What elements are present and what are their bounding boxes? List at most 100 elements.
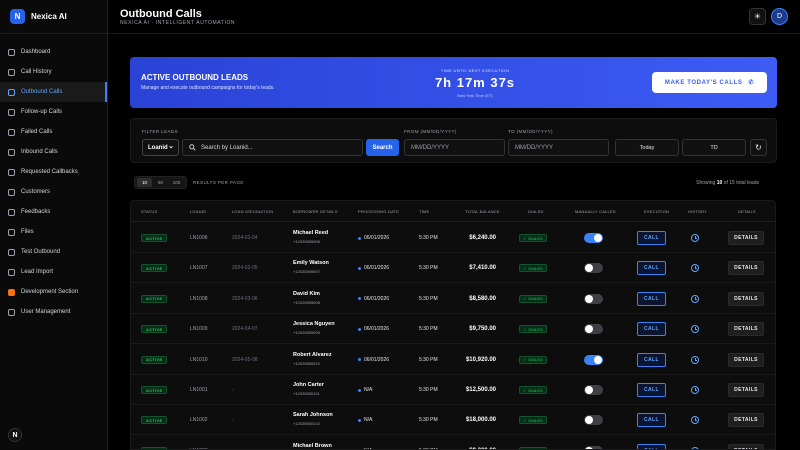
- column-header: STATUS: [141, 209, 158, 214]
- bottom-logo[interactable]: N: [8, 428, 22, 442]
- details-button[interactable]: DETAILS: [728, 291, 764, 306]
- borrower-phone: +12025559008: [293, 299, 320, 305]
- loan-id: LN1008: [190, 295, 208, 302]
- to-date-input[interactable]: MM/DD/YYYY: [508, 139, 609, 156]
- manually-called-toggle[interactable]: [584, 263, 603, 274]
- sidebar-item-label: Outbound Calls: [21, 89, 63, 95]
- details-button[interactable]: DETAILS: [728, 352, 764, 367]
- history-clock-icon[interactable]: [691, 294, 699, 303]
- make-todays-calls-button[interactable]: MAKE TODAY'S CALLS ✆: [652, 72, 767, 93]
- check-icon: ✓: [523, 265, 527, 271]
- status-badge: ACTIVE: [141, 234, 168, 242]
- history-clock-icon[interactable]: [691, 416, 699, 425]
- sidebar-item-call-history[interactable]: Call History: [0, 62, 107, 82]
- sidebar-item-lead-import[interactable]: Lead Import: [0, 262, 107, 282]
- showing-suffix: of 15 total leads: [723, 180, 759, 186]
- page-title: Outbound Calls: [120, 8, 202, 20]
- call-button[interactable]: CALL: [637, 261, 666, 276]
- filter-field-select[interactable]: Loanid: [142, 139, 179, 156]
- borrower-phone: +12025559010: [293, 360, 320, 366]
- borrower-name: Robert Alvarez: [293, 351, 332, 358]
- search-input[interactable]: Search by Loanid...: [182, 139, 363, 156]
- brand[interactable]: N Nexica AI: [0, 0, 107, 34]
- sidebar-item-label: Feedbacks: [21, 209, 51, 215]
- details-button[interactable]: DETAILS: [728, 231, 764, 245]
- call-button[interactable]: CALL: [637, 291, 666, 306]
- phone-test-icon: [8, 248, 15, 256]
- check-icon: ✓: [523, 296, 527, 302]
- dialed-label: DIALED: [528, 417, 543, 423]
- td-button[interactable]: TD: [682, 139, 746, 156]
- manually-called-toggle[interactable]: [584, 293, 603, 304]
- results-per-page-option[interactable]: 10: [137, 178, 152, 187]
- search-button[interactable]: Search: [366, 139, 399, 156]
- history-clock-icon[interactable]: [691, 355, 699, 364]
- sidebar-item-label: Inbound Calls: [21, 149, 58, 155]
- total-balance: $18,000.00: [465, 417, 496, 424]
- details-button[interactable]: DETAILS: [728, 383, 764, 397]
- call-button[interactable]: CALL: [637, 322, 666, 337]
- to-date-label: TO (MM/DD/YYYY): [508, 129, 553, 134]
- results-per-page-option[interactable]: 50: [153, 178, 168, 187]
- call-button[interactable]: CALL: [637, 352, 666, 367]
- call-button[interactable]: CALL: [637, 413, 666, 428]
- timer-timezone: New York Time (ET): [457, 93, 493, 98]
- manually-called-toggle[interactable]: [584, 354, 603, 365]
- refresh-button[interactable]: ↻: [750, 139, 767, 156]
- import-icon: [8, 268, 15, 276]
- sidebar-item-label: Files: [21, 229, 34, 235]
- call-button[interactable]: CALL: [637, 231, 666, 245]
- manually-called-toggle[interactable]: [584, 324, 603, 335]
- loan-id: LN1002: [190, 417, 208, 424]
- sidebar-item-label: Test Outbound: [21, 249, 61, 255]
- sidebar-item-label: User Management: [21, 309, 71, 315]
- details-button[interactable]: DETAILS: [728, 261, 764, 276]
- filter-leads-label: FILTER LEADS: [142, 129, 178, 134]
- sidebar-item-dashboard[interactable]: Dashboard: [0, 42, 107, 62]
- sidebar-item-inbound-calls[interactable]: Inbound Calls: [0, 142, 107, 162]
- sidebar-item-outbound-calls[interactable]: Outbound Calls: [0, 82, 107, 102]
- avatar[interactable]: D: [771, 8, 788, 25]
- manually-called-toggle[interactable]: [584, 445, 603, 449]
- history-clock-icon[interactable]: [691, 264, 699, 273]
- sidebar-item-test-outbound[interactable]: Test Outbound: [0, 242, 107, 262]
- total-balance: $6,240.00: [469, 235, 496, 241]
- dialed-label: DIALED: [528, 235, 543, 241]
- sidebar-item-follow-up-calls[interactable]: Follow-up Calls: [0, 102, 107, 122]
- manually-called-toggle[interactable]: [584, 415, 603, 426]
- from-date-input[interactable]: MM/DD/YYYY: [404, 139, 505, 156]
- brand-name: Nexica AI: [31, 12, 67, 21]
- column-header: DETAILS: [738, 209, 756, 214]
- theme-toggle-button[interactable]: ☀: [749, 8, 766, 25]
- sidebar-item-feedbacks[interactable]: Feedbacks: [0, 202, 107, 222]
- loan-id: LN1006: [190, 235, 208, 241]
- sidebar-item-customers[interactable]: Customers: [0, 182, 107, 202]
- table-row: ACTIVE LN1008 2024-03-06 David Kim +12025559…: [131, 284, 775, 314]
- sidebar-item-requested-callbacks[interactable]: Requested Callbacks: [0, 162, 107, 182]
- borrower-name: Michael Brown: [293, 442, 332, 449]
- header: Outbound Calls NEXICA AI · INTELLIGENT A…: [108, 0, 800, 34]
- dialed-badge: ✓DIALED: [519, 234, 547, 242]
- sidebar-item-failed-calls[interactable]: Failed Calls: [0, 122, 107, 142]
- today-button[interactable]: Today: [615, 139, 679, 156]
- sidebar-item-label: Dashboard: [21, 49, 51, 55]
- from-date-label: FROM (MM/DD/YYYY): [404, 129, 457, 134]
- manually-called-toggle[interactable]: [584, 385, 603, 395]
- sidebar-item-user-management[interactable]: User Management: [0, 302, 107, 322]
- sidebar-item-development-section[interactable]: Development Section: [0, 282, 107, 302]
- details-button[interactable]: DETAILS: [728, 443, 764, 449]
- history-clock-icon[interactable]: [691, 386, 699, 394]
- loan-id: LN1010: [190, 356, 208, 363]
- call-time: 5:30 PM: [419, 387, 438, 393]
- manually-called-toggle[interactable]: [584, 233, 603, 243]
- history-clock-icon[interactable]: [691, 234, 699, 242]
- processing-date: 06/01/2026: [358, 265, 389, 271]
- details-button[interactable]: DETAILS: [728, 413, 764, 428]
- call-button[interactable]: CALL: [637, 443, 666, 449]
- call-button[interactable]: CALL: [637, 383, 666, 397]
- details-button[interactable]: DETAILS: [728, 322, 764, 337]
- sidebar-item-files[interactable]: Files: [0, 222, 107, 242]
- history-clock-icon[interactable]: [691, 325, 699, 334]
- column-header: TOTAL BALANCE: [465, 209, 500, 214]
- results-per-page-option[interactable]: 100: [169, 178, 184, 187]
